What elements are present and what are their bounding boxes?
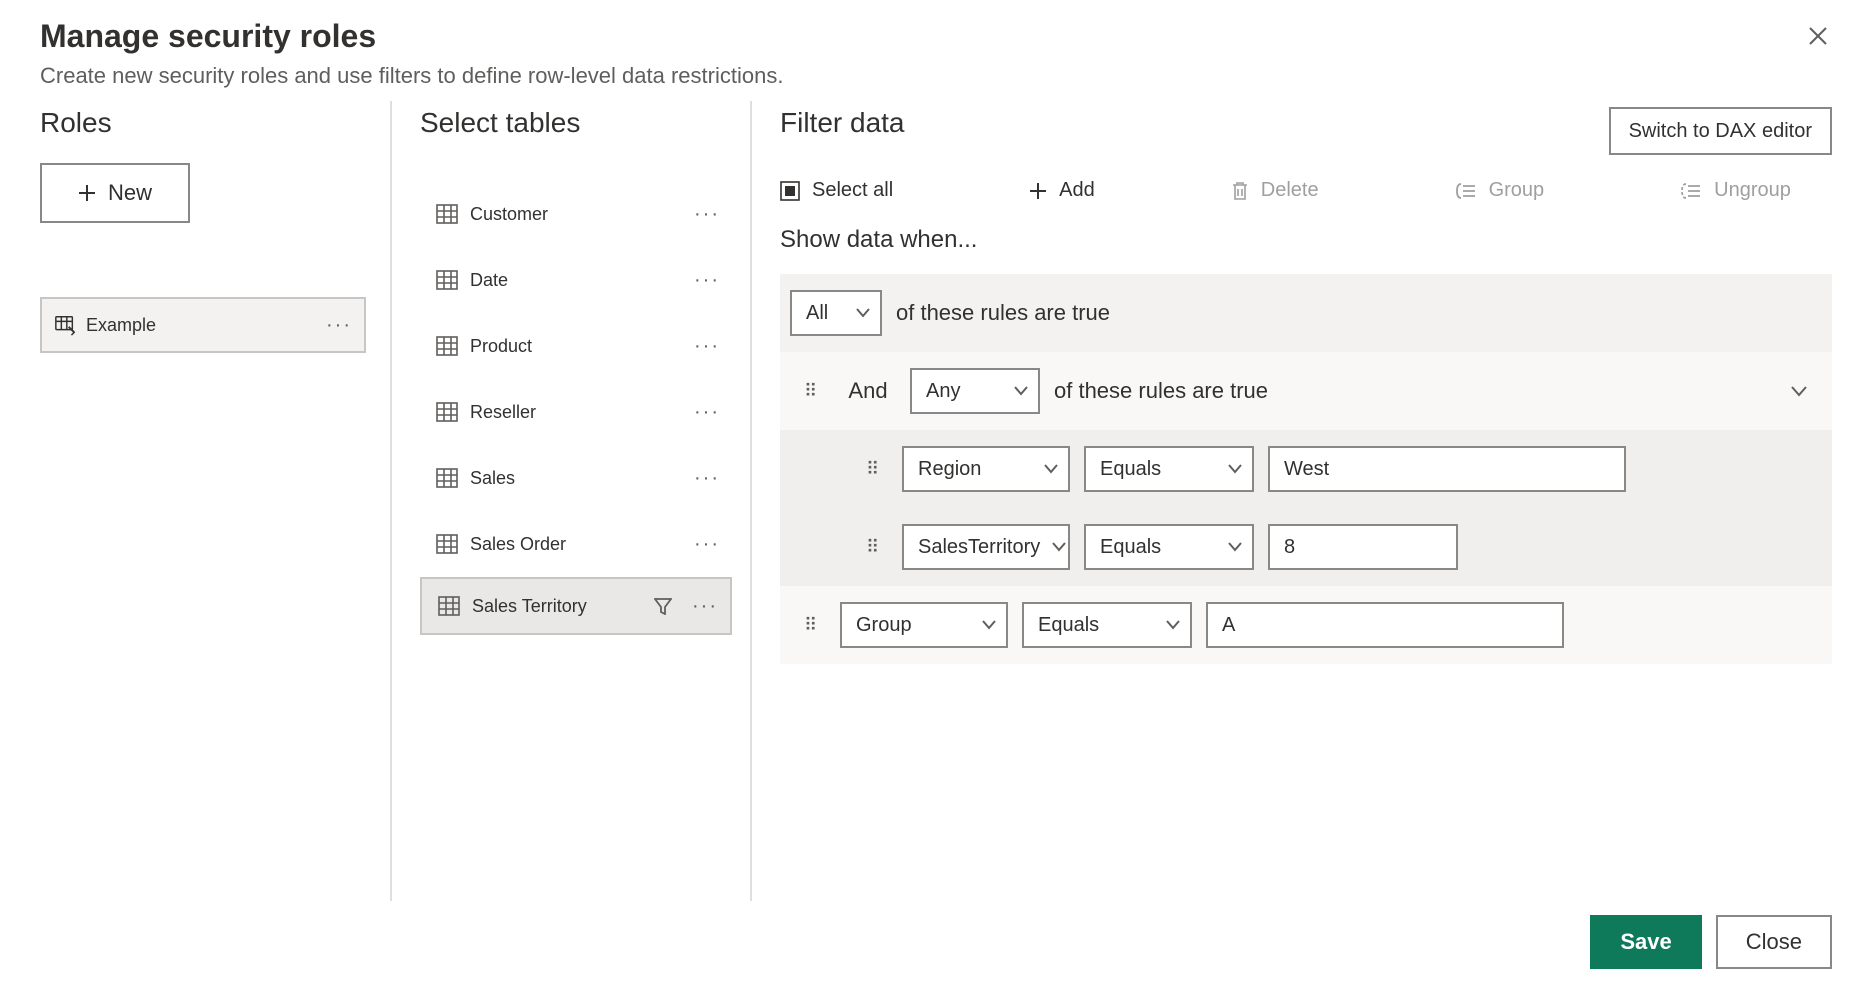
- value-input[interactable]: 8: [1268, 524, 1458, 570]
- table-item[interactable]: Product ···: [420, 313, 732, 379]
- role-item[interactable]: Example ···: [40, 297, 366, 353]
- condition-row: ⠿ Region Equals West: [780, 430, 1832, 508]
- operator-select[interactable]: Equals: [1022, 602, 1192, 648]
- plus-icon: [1029, 182, 1047, 200]
- filter-heading: Filter data: [780, 107, 905, 139]
- new-role-button[interactable]: New: [40, 163, 190, 223]
- table-icon: [436, 468, 458, 488]
- more-icon[interactable]: ···: [694, 335, 720, 358]
- delete-button[interactable]: Delete: [1231, 179, 1319, 202]
- table-icon: [436, 336, 458, 356]
- chevron-down-icon: [1228, 542, 1242, 552]
- chevron-down-icon: [1052, 542, 1066, 552]
- group-icon: [1455, 182, 1477, 200]
- table-icon: [436, 534, 458, 554]
- role-item-label: Example: [86, 315, 156, 336]
- table-item[interactable]: Reseller ···: [420, 379, 732, 445]
- filter-icon: [654, 597, 672, 615]
- ungroup-icon: [1680, 182, 1702, 200]
- group-button[interactable]: Group: [1455, 179, 1545, 202]
- drag-handle-icon[interactable]: ⠿: [804, 621, 826, 629]
- drag-handle-icon[interactable]: ⠿: [804, 387, 826, 395]
- chevron-down-icon: [1014, 386, 1028, 396]
- collapse-icon[interactable]: [1790, 385, 1808, 397]
- table-icon: [436, 270, 458, 290]
- dialog-title: Manage security roles: [40, 18, 1832, 55]
- plus-icon: [78, 184, 96, 202]
- chevron-down-icon: [856, 308, 870, 318]
- chevron-down-icon: [1166, 620, 1180, 630]
- more-icon[interactable]: ···: [694, 533, 720, 556]
- condition-row: ⠿ Group Equals A: [780, 586, 1832, 664]
- rules-true-text: of these rules are true: [896, 300, 1110, 326]
- table-item-label: Reseller: [470, 402, 536, 423]
- close-button[interactable]: Close: [1716, 915, 1832, 969]
- operator-select[interactable]: Equals: [1084, 446, 1254, 492]
- select-all-button[interactable]: Select all: [780, 179, 893, 202]
- nested-quantifier-select[interactable]: Any: [910, 368, 1040, 414]
- table-item-label: Sales Order: [470, 534, 566, 555]
- more-icon[interactable]: ···: [694, 203, 720, 226]
- value-input[interactable]: West: [1268, 446, 1626, 492]
- operator-select[interactable]: Equals: [1084, 524, 1254, 570]
- role-icon: [54, 314, 76, 336]
- more-icon[interactable]: ···: [694, 401, 720, 424]
- table-item-label: Customer: [470, 204, 548, 225]
- chevron-down-icon: [1228, 464, 1242, 474]
- table-item[interactable]: Sales Order ···: [420, 511, 732, 577]
- table-item-label: Sales: [470, 468, 515, 489]
- table-item[interactable]: Sales ···: [420, 445, 732, 511]
- table-item-label: Sales Territory: [472, 596, 587, 617]
- and-label: And: [840, 378, 896, 404]
- nested-group-row: ⠿ And Any of these rules are true: [780, 352, 1832, 430]
- chevron-down-icon: [1044, 464, 1058, 474]
- drag-handle-icon[interactable]: ⠿: [866, 543, 888, 551]
- trash-icon: [1231, 181, 1249, 201]
- table-item[interactable]: Customer ···: [420, 181, 732, 247]
- roles-heading: Roles: [40, 107, 366, 139]
- table-icon: [436, 402, 458, 422]
- value-input[interactable]: A: [1206, 602, 1564, 648]
- dialog-subtitle: Create new security roles and use filter…: [40, 63, 1832, 89]
- close-icon[interactable]: [1802, 20, 1834, 52]
- table-item-label: Product: [470, 336, 532, 357]
- add-button[interactable]: Add: [1029, 179, 1095, 202]
- select-all-icon: [780, 181, 800, 201]
- more-icon[interactable]: ···: [326, 314, 352, 337]
- table-item-label: Date: [470, 270, 508, 291]
- new-role-label: New: [108, 180, 152, 206]
- more-icon[interactable]: ···: [692, 595, 718, 618]
- root-rule-row: All of these rules are true: [780, 274, 1832, 352]
- save-button[interactable]: Save: [1590, 915, 1701, 969]
- column-select[interactable]: Region: [902, 446, 1070, 492]
- drag-handle-icon[interactable]: ⠿: [866, 465, 888, 473]
- root-quantifier-select[interactable]: All: [790, 290, 882, 336]
- condition-row: ⠿ SalesTerritory Equals 8: [780, 508, 1832, 586]
- more-icon[interactable]: ···: [694, 269, 720, 292]
- ungroup-button[interactable]: Ungroup: [1680, 179, 1791, 202]
- table-item[interactable]: Date ···: [420, 247, 732, 313]
- table-icon: [438, 596, 460, 616]
- column-select[interactable]: Group: [840, 602, 1008, 648]
- show-data-when-label: Show data when...: [780, 226, 1832, 254]
- tables-heading: Select tables: [420, 107, 732, 139]
- switch-dax-button[interactable]: Switch to DAX editor: [1609, 107, 1832, 155]
- more-icon[interactable]: ···: [694, 467, 720, 490]
- chevron-down-icon: [982, 620, 996, 630]
- table-icon: [436, 204, 458, 224]
- table-item[interactable]: Sales Territory ···: [420, 577, 732, 635]
- column-select[interactable]: SalesTerritory: [902, 524, 1070, 570]
